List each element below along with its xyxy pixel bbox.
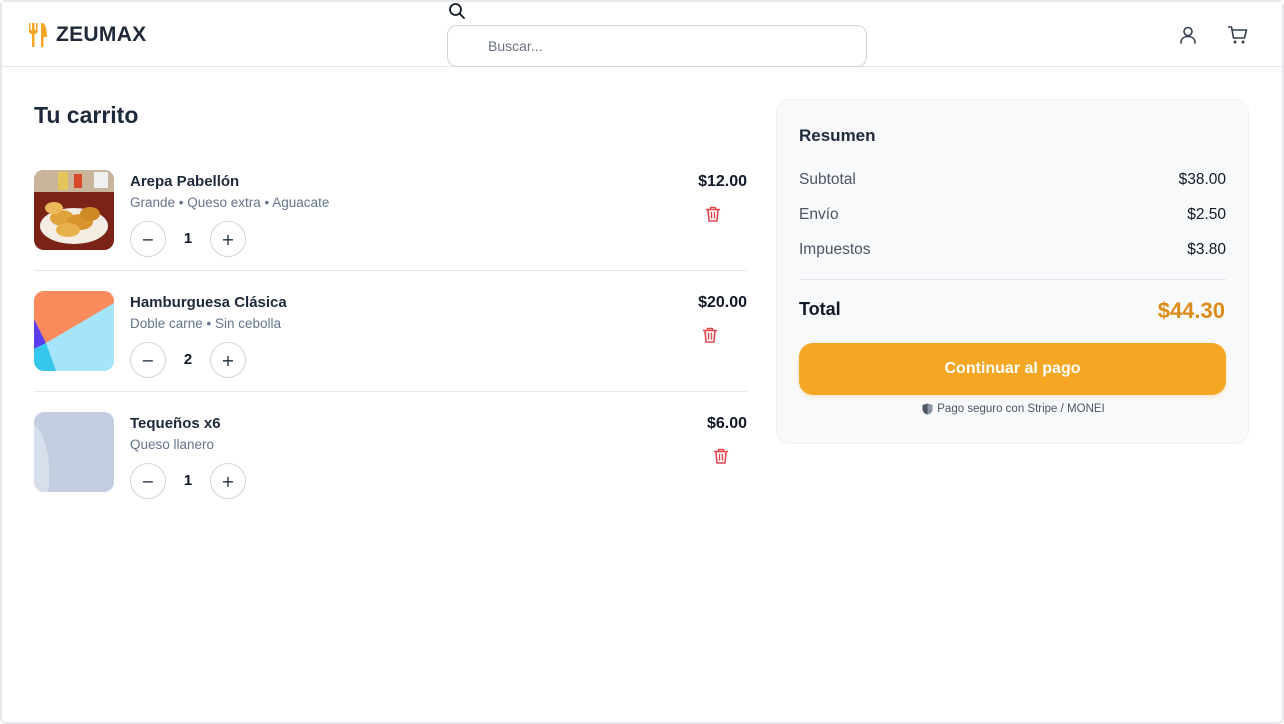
- summary-value: $38.00: [1178, 171, 1226, 188]
- trash-icon[interactable]: [712, 447, 730, 465]
- trash-icon[interactable]: [704, 205, 722, 223]
- summary-row-taxes: Impuestos $3.80: [799, 241, 1226, 259]
- brand-name: ZEUMAX: [56, 23, 147, 46]
- page-title: Tu carrito: [34, 102, 139, 128]
- summary-title: Resumen: [799, 126, 876, 145]
- user-icon[interactable]: [1177, 24, 1199, 46]
- increase-quantity-button[interactable]: +: [210, 463, 246, 499]
- abstract-placeholder: [34, 291, 114, 371]
- brand-logo[interactable]: ZEUMAX: [26, 22, 146, 48]
- quantity-value: 1: [183, 472, 193, 489]
- item-price: $12.00: [698, 173, 747, 190]
- summary-label: Subtotal: [799, 171, 856, 188]
- summary-label: Envío: [799, 206, 839, 223]
- top-header: ZEUMAX: [2, 2, 1282, 67]
- cart-item: Arepa Pabellón Grande • Queso extra • Ag…: [34, 150, 747, 271]
- trash-icon[interactable]: [701, 326, 719, 344]
- item-name: Hamburguesa Clásica: [130, 294, 287, 311]
- cart-item: Hamburguesa Clásica Doble carne • Sin ce…: [34, 271, 747, 392]
- order-summary: Resumen Subtotal $38.00 Envío $2.50 Impu…: [776, 99, 1249, 444]
- summary-divider: [799, 279, 1226, 280]
- secure-payment-note: Pago seguro con Stripe / MONEI: [777, 403, 1250, 415]
- arepa-photo: [34, 170, 114, 250]
- increase-quantity-button[interactable]: +: [210, 342, 246, 378]
- item-price: $6.00: [706, 415, 747, 432]
- summary-label: Impuestos: [799, 241, 871, 258]
- item-options: Grande • Queso extra • Aguacate: [130, 195, 330, 210]
- item-name: Tequeños x6: [130, 415, 221, 432]
- shield-icon: [922, 403, 933, 415]
- decrease-quantity-button[interactable]: −: [130, 342, 166, 378]
- gray-placeholder: [34, 412, 114, 492]
- item-name: Arepa Pabellón: [130, 173, 240, 190]
- secure-text: Pago seguro con Stripe / MONEI: [937, 403, 1105, 415]
- utensils-icon: [29, 23, 47, 47]
- total-label: Total: [799, 299, 841, 319]
- item-options: Doble carne • Sin cebolla: [130, 316, 282, 331]
- total-value: $44.30: [1157, 298, 1225, 323]
- decrease-quantity-button[interactable]: −: [130, 221, 166, 257]
- item-price: $20.00: [698, 294, 747, 311]
- search-icon: [449, 3, 465, 19]
- summary-value: $2.50: [1187, 206, 1226, 223]
- checkout-button[interactable]: Continuar al pago: [799, 343, 1226, 395]
- item-options: Queso llanero: [130, 437, 215, 452]
- quantity-value: 2: [183, 351, 193, 368]
- summary-row-shipping: Envío $2.50: [799, 206, 1226, 224]
- search-input[interactable]: [447, 25, 867, 67]
- cart-icon[interactable]: [1227, 24, 1249, 46]
- quantity-value: 1: [183, 230, 193, 247]
- increase-quantity-button[interactable]: +: [210, 221, 246, 257]
- decrease-quantity-button[interactable]: −: [130, 463, 166, 499]
- summary-row-subtotal: Subtotal $38.00: [799, 171, 1226, 189]
- cart-list: Arepa Pabellón Grande • Queso extra • Ag…: [34, 150, 747, 513]
- summary-value: $3.80: [1187, 241, 1226, 258]
- cart-item: Tequeños x6 Queso llanero − 1 + $6.00: [34, 392, 747, 513]
